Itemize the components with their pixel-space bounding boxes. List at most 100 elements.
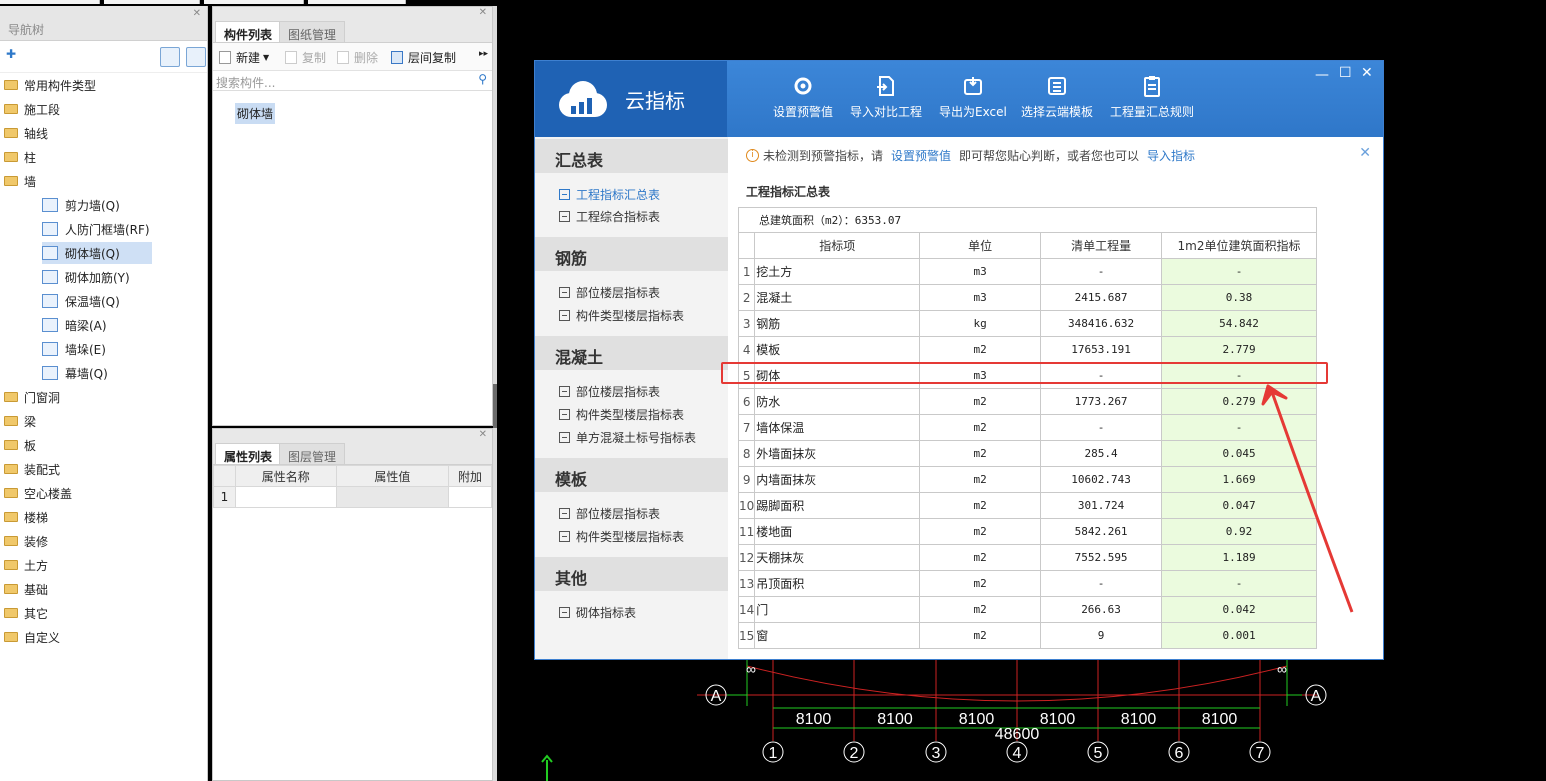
nav-item-label: 砌体墙(Q) bbox=[65, 246, 120, 261]
nav-item[interactable]: 土方 bbox=[4, 554, 48, 576]
nav-subitem[interactable]: 墙垛(E) bbox=[42, 338, 106, 360]
tab-property-list[interactable]: 属性列表 bbox=[215, 443, 282, 464]
sidebar-item-project-summary[interactable]: 工程指标汇总表 bbox=[559, 186, 660, 203]
table-row[interactable]: 14 门 m2 266.63 0.042 bbox=[737, 596, 1317, 623]
search-icon[interactable]: ⚲ bbox=[478, 72, 487, 86]
nav-item[interactable]: 楼梯 bbox=[4, 506, 48, 528]
import-index-link[interactable]: 导入指标 bbox=[1147, 147, 1195, 164]
component-type-icon bbox=[42, 294, 58, 308]
copy-button[interactable]: 复制 bbox=[285, 49, 326, 66]
sidebar-item-project-comprehensive[interactable]: 工程综合指标表 bbox=[559, 208, 660, 225]
nav-item-label: 装修 bbox=[24, 534, 49, 549]
sidebar-item-label: 构件类型楼层指标表 bbox=[576, 408, 685, 422]
nav-item[interactable]: 梁 bbox=[4, 410, 36, 432]
toolbar-button-label: 导出为Excel bbox=[939, 105, 1007, 119]
sidebar-item-concrete-type[interactable]: 构件类型楼层指标表 bbox=[559, 406, 684, 423]
top-tab[interactable] bbox=[308, 0, 406, 4]
toolbar-button[interactable]: 设置预警值 bbox=[773, 75, 833, 120]
nav-item[interactable]: 装修 bbox=[4, 530, 48, 552]
delete-button[interactable]: 删除 bbox=[337, 49, 378, 66]
nav-item-label: 墙垛(E) bbox=[65, 342, 106, 357]
property-value-cell[interactable] bbox=[335, 486, 450, 508]
nav-item[interactable]: 装配式 bbox=[4, 458, 60, 480]
table-row[interactable]: 12 天棚抹灰 m2 7552.595 1.189 bbox=[737, 544, 1317, 571]
nav-item[interactable]: 轴线 bbox=[4, 122, 48, 144]
export-icon bbox=[963, 77, 982, 95]
top-tab[interactable] bbox=[104, 0, 200, 4]
sidebar-item-masonry[interactable]: 砌体指标表 bbox=[559, 604, 636, 621]
unit-cell: m3 bbox=[919, 284, 1042, 311]
table-row[interactable]: 6 防水 m2 1773.267 0.279 bbox=[737, 388, 1317, 415]
component-item[interactable]: 砌体墙 bbox=[235, 103, 276, 124]
tab-component-list[interactable]: 构件列表 bbox=[215, 21, 282, 42]
close-icon[interactable]: ✕ bbox=[1359, 145, 1371, 161]
floor-copy-icon bbox=[391, 51, 403, 64]
table-row[interactable]: 15 窗 m2 9 0.001 bbox=[737, 622, 1317, 649]
nav-item[interactable]: 常用构件类型 bbox=[4, 74, 96, 96]
property-extra-cell[interactable] bbox=[448, 486, 492, 508]
nav-item[interactable]: 其它 bbox=[4, 602, 48, 624]
nav-item[interactable]: 板 bbox=[4, 434, 36, 456]
toolbar-button[interactable]: 导入对比工程 bbox=[850, 75, 922, 120]
table-row[interactable]: 9 内墙面抹灰 m2 10602.743 1.669 bbox=[737, 466, 1317, 493]
table-row[interactable]: 7 墙体保温 m2- - bbox=[737, 414, 1317, 441]
add-icon[interactable]: ✚ bbox=[6, 47, 16, 61]
nav-subitem[interactable]: 剪力墙(Q) bbox=[42, 194, 120, 216]
sidebar-item-rebar-floor[interactable]: 部位楼层指标表 bbox=[559, 284, 660, 301]
toolbar-button[interactable]: 选择云端模板 bbox=[1021, 75, 1093, 120]
table-row[interactable]: 4 模板 m2 17653.191 2.779 bbox=[737, 336, 1317, 363]
table-row[interactable]: 1 挖土方 m3- - bbox=[737, 258, 1317, 285]
nav-item[interactable]: 基础 bbox=[4, 578, 48, 600]
toolbar-button[interactable]: 工程量汇总规则 bbox=[1110, 75, 1194, 120]
table-row[interactable]: 2 混凝土 m3 2415.687 0.38 bbox=[737, 284, 1317, 311]
close-icon[interactable]: ✕ bbox=[1361, 65, 1373, 81]
top-tab[interactable] bbox=[204, 0, 304, 4]
item-name-cell: 挖土方 bbox=[754, 258, 921, 285]
tab-layer-management[interactable]: 图层管理 bbox=[279, 443, 346, 464]
set-warning-link[interactable]: 设置预警值 bbox=[891, 147, 951, 164]
table-row[interactable]: 8 外墙面抹灰 m2 285.4 0.045 bbox=[737, 440, 1317, 467]
index-cell: - bbox=[1161, 414, 1317, 441]
nav-subitem[interactable]: 砌体加筋(Y) bbox=[42, 266, 130, 288]
sidebar-item-concrete-floor[interactable]: 部位楼层指标表 bbox=[559, 383, 660, 400]
nav-item[interactable]: 空心楼盖 bbox=[4, 482, 72, 504]
nav-subitem[interactable]: 人防门框墙(RF) bbox=[42, 218, 150, 240]
minimize-icon[interactable]: — bbox=[1315, 67, 1329, 83]
nav-item[interactable]: 柱 bbox=[4, 146, 36, 168]
nav-item[interactable]: 施工段 bbox=[4, 98, 60, 120]
more-icon[interactable]: ▸▸ bbox=[479, 49, 488, 59]
template-icon bbox=[1048, 77, 1066, 95]
floor-copy-button[interactable]: 层间复制 bbox=[391, 49, 456, 66]
table-row[interactable]: 10 踢脚面积 m2 301.724 0.047 bbox=[737, 492, 1317, 519]
nav-subitem[interactable]: 砌体墙(Q) bbox=[42, 242, 152, 264]
sidebar-item-formwork-floor[interactable]: 部位楼层指标表 bbox=[559, 505, 660, 522]
table-icon bbox=[559, 531, 570, 542]
top-tab[interactable] bbox=[0, 0, 100, 4]
table-row[interactable]: 11 楼地面 m2 5842.261 0.92 bbox=[737, 518, 1317, 545]
folder-icon bbox=[4, 440, 18, 450]
table-row[interactable]: 3 钢筋 kg 348416.632 54.842 bbox=[737, 310, 1317, 337]
close-icon[interactable]: ✕ bbox=[479, 429, 487, 440]
nav-subitem[interactable]: 暗梁(A) bbox=[42, 314, 107, 336]
maximize-icon[interactable]: ☐ bbox=[1339, 65, 1352, 81]
nav-subitem[interactable]: 幕墙(Q) bbox=[42, 362, 108, 384]
nav-item[interactable]: 墙 bbox=[4, 170, 36, 192]
list-view-icon[interactable] bbox=[160, 47, 180, 67]
unit-cell: m2 bbox=[919, 544, 1042, 571]
component-type-icon bbox=[42, 366, 58, 380]
tab-drawing-management[interactable]: 图纸管理 bbox=[279, 21, 346, 42]
sidebar-item-formwork-type[interactable]: 构件类型楼层指标表 bbox=[559, 528, 684, 545]
nav-item[interactable]: 自定义 bbox=[4, 626, 60, 648]
close-icon[interactable]: ✕ bbox=[479, 7, 487, 18]
nav-item[interactable]: 门窗洞 bbox=[4, 386, 60, 408]
sidebar-item-rebar-type[interactable]: 构件类型楼层指标表 bbox=[559, 307, 684, 324]
toolbar-button[interactable]: 导出为Excel bbox=[939, 75, 1007, 120]
close-icon[interactable]: ✕ bbox=[193, 8, 201, 19]
sidebar-item-concrete-grade[interactable]: 单方混凝土标号指标表 bbox=[559, 429, 696, 446]
new-button[interactable]: 新建 ▼ bbox=[219, 49, 269, 66]
component-search-input[interactable]: 搜索构件... ⚲ bbox=[213, 71, 492, 91]
table-row[interactable]: 13 吊顶面积 m2- - bbox=[737, 570, 1317, 597]
grid-view-icon[interactable] bbox=[186, 47, 206, 67]
property-name-cell[interactable] bbox=[234, 486, 337, 508]
nav-subitem[interactable]: 保温墙(Q) bbox=[42, 290, 120, 312]
